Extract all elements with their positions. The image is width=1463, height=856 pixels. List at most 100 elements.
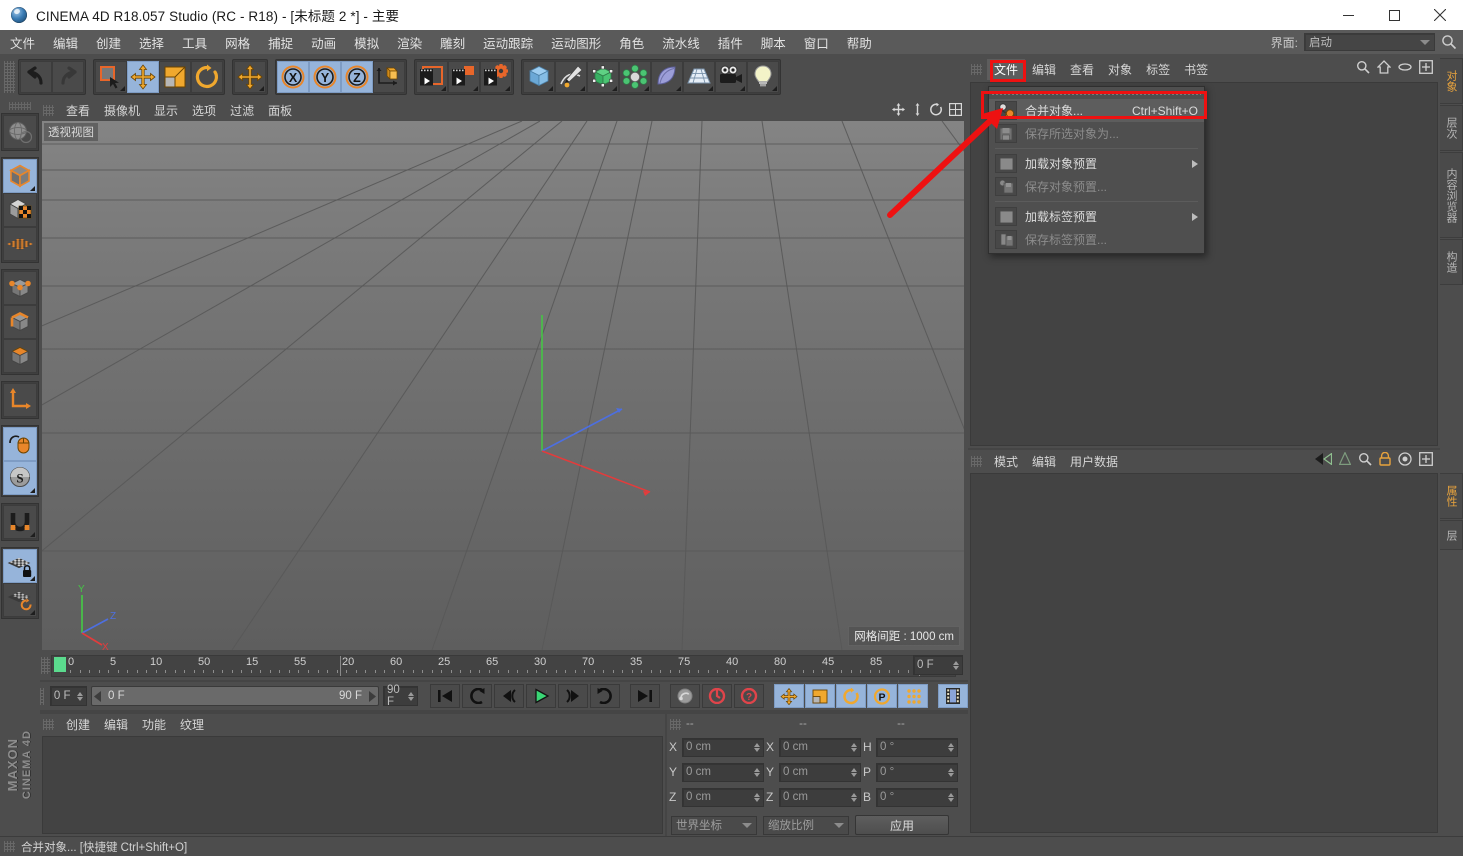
expand-icon[interactable] bbox=[1419, 60, 1433, 79]
scale-key-button[interactable] bbox=[804, 684, 835, 708]
coord-pos-input-z[interactable]: 0 cm bbox=[682, 787, 764, 807]
menu-item-help[interactable]: 帮助 bbox=[839, 30, 880, 55]
menu-item-save-selected-objects[interactable]: 保存所选对象为... bbox=[989, 122, 1204, 145]
menu-item-mesh[interactable]: 网格 bbox=[217, 30, 258, 55]
step-back-button[interactable] bbox=[493, 684, 524, 708]
play-button[interactable] bbox=[525, 684, 556, 708]
timeline-ruler[interactable]: 0 5 10 15 20 25 30 35 40 45 50 55 60 65 … bbox=[51, 655, 956, 677]
tab-structure[interactable]: 构造 bbox=[1440, 239, 1463, 285]
undo-button[interactable] bbox=[20, 61, 52, 93]
step-forward-button[interactable] bbox=[557, 684, 588, 708]
preview-range-slider[interactable]: 0 F 90 F bbox=[91, 686, 380, 706]
object-manager-grip[interactable] bbox=[971, 64, 982, 75]
menu-item-render[interactable]: 渲染 bbox=[389, 30, 430, 55]
menu-item-simulate[interactable]: 模拟 bbox=[346, 30, 387, 55]
go-to-start-button[interactable] bbox=[429, 684, 460, 708]
go-to-next-key-button[interactable] bbox=[589, 684, 620, 708]
timeline-grip[interactable] bbox=[41, 657, 50, 674]
add-floor-button[interactable] bbox=[683, 61, 715, 93]
object-manager-menu-bookmark[interactable]: 书签 bbox=[1177, 59, 1215, 80]
minimize-button[interactable] bbox=[1325, 0, 1371, 30]
coord-rot-input-p[interactable]: 0 ° bbox=[876, 762, 958, 782]
menu-item-file[interactable]: 文件 bbox=[2, 30, 43, 55]
menu-item-save-tag-preset[interactable]: 保存标签预置... bbox=[989, 228, 1204, 251]
current-frame-display[interactable]: 0 F bbox=[913, 655, 963, 675]
snap-magnet-tool[interactable] bbox=[3, 505, 37, 539]
planar-workplane-tool[interactable] bbox=[3, 583, 37, 617]
model-mode-tool[interactable] bbox=[3, 159, 37, 193]
tab-objects[interactable]: 对象 bbox=[1440, 58, 1463, 104]
spinner-icon[interactable] bbox=[948, 742, 954, 752]
menu-item-character[interactable]: 角色 bbox=[611, 30, 652, 55]
spinner-icon[interactable] bbox=[851, 792, 857, 802]
object-manager-menu-objects[interactable]: 对象 bbox=[1101, 59, 1139, 80]
rotate-view-icon[interactable] bbox=[930, 102, 943, 121]
coord-pos-input-x[interactable]: 0 cm bbox=[682, 737, 764, 757]
object-manager-menu-edit[interactable]: 编辑 bbox=[1025, 59, 1063, 80]
spinner-icon[interactable] bbox=[407, 691, 414, 701]
range-right-arrow-icon[interactable] bbox=[367, 690, 377, 702]
menu-item-select[interactable]: 选择 bbox=[131, 30, 172, 55]
material-menu-function[interactable]: 功能 bbox=[135, 714, 173, 735]
home-icon[interactable] bbox=[1376, 60, 1392, 79]
lock-z-axis[interactable]: Z bbox=[341, 61, 373, 93]
toolbar-grip[interactable] bbox=[4, 61, 15, 93]
coord-size-input-x[interactable]: 0 cm bbox=[779, 737, 861, 757]
maximize-view-icon[interactable] bbox=[949, 103, 963, 121]
spinner-icon[interactable] bbox=[754, 767, 760, 777]
move-view-icon[interactable] bbox=[892, 103, 905, 121]
scale-mode-dropdown[interactable]: 缩放比例 bbox=[763, 815, 849, 835]
object-manager-menu-tags[interactable]: 标签 bbox=[1139, 59, 1177, 80]
coordinate-system-dropdown[interactable]: 世界坐标 bbox=[671, 815, 757, 835]
transport-grip[interactable] bbox=[40, 687, 44, 705]
point-level-animation-button[interactable] bbox=[897, 684, 928, 708]
point-mode-tool[interactable] bbox=[3, 271, 37, 305]
position-key-button[interactable] bbox=[773, 684, 804, 708]
spinner-icon[interactable] bbox=[851, 767, 857, 777]
attribute-manager-body[interactable] bbox=[970, 473, 1438, 833]
move-axis-tool[interactable] bbox=[234, 61, 266, 93]
menu-item-edit[interactable]: 编辑 bbox=[45, 30, 86, 55]
edge-mode-tool[interactable] bbox=[3, 305, 37, 339]
autokeying-button[interactable] bbox=[701, 684, 732, 708]
live-selection-tool[interactable] bbox=[95, 61, 127, 93]
menu-item-mograph[interactable]: 运动图形 bbox=[543, 30, 609, 55]
search-icon[interactable] bbox=[1358, 452, 1372, 471]
close-button[interactable] bbox=[1417, 0, 1463, 30]
add-camera-button[interactable] bbox=[715, 61, 747, 93]
spinner-icon[interactable] bbox=[953, 660, 959, 670]
start-frame-input[interactable]: 0 F bbox=[49, 686, 88, 706]
polygon-mode-tool[interactable] bbox=[3, 339, 37, 373]
attribute-menu-edit[interactable]: 编辑 bbox=[1025, 451, 1063, 472]
coord-size-input-y[interactable]: 0 cm bbox=[779, 762, 861, 782]
menu-item-load-object-preset[interactable]: 加载对象预置 bbox=[989, 152, 1204, 175]
viewport-menu-panel[interactable]: 面板 bbox=[261, 100, 299, 121]
viewport-menu-view[interactable]: 查看 bbox=[59, 100, 97, 121]
viewport-menu-display[interactable]: 显示 bbox=[147, 100, 185, 121]
menu-item-window[interactable]: 窗口 bbox=[796, 30, 837, 55]
render-settings-button[interactable] bbox=[480, 61, 512, 93]
rotate-tool[interactable] bbox=[191, 61, 223, 93]
enable-tweak-tool[interactable] bbox=[3, 427, 37, 461]
spinner-icon[interactable] bbox=[948, 767, 954, 777]
range-left-arrow-icon[interactable] bbox=[94, 690, 103, 702]
max-frame-input[interactable]: 90 F bbox=[383, 684, 418, 708]
viewport-3d-canvas[interactable]: Y Z X 透视视图 网格间距 : 1000 cm bbox=[42, 121, 964, 650]
menu-item-load-tag-preset[interactable]: 加载标签预置 bbox=[989, 205, 1204, 228]
soft-selection-tool[interactable]: S bbox=[3, 461, 37, 495]
object-manager-menu-file[interactable]: 文件 bbox=[987, 59, 1026, 80]
go-to-previous-key-button[interactable] bbox=[461, 684, 492, 708]
workplane-tool[interactable] bbox=[3, 227, 37, 261]
axis-mode-tool[interactable] bbox=[3, 383, 37, 417]
search-icon[interactable] bbox=[1441, 34, 1457, 50]
add-spline-button[interactable] bbox=[555, 61, 587, 93]
menu-item-tools[interactable]: 工具 bbox=[174, 30, 215, 55]
tab-layers[interactable]: 层 bbox=[1440, 520, 1463, 550]
up-arrow-icon[interactable] bbox=[1338, 451, 1352, 470]
material-menu-texture[interactable]: 纹理 bbox=[173, 714, 211, 735]
rotation-key-button[interactable] bbox=[835, 684, 866, 708]
scale-view-icon[interactable] bbox=[911, 103, 924, 121]
spinner-icon[interactable] bbox=[77, 691, 84, 701]
object-manager-menu-view[interactable]: 查看 bbox=[1063, 59, 1101, 80]
menu-item-create[interactable]: 创建 bbox=[88, 30, 129, 55]
